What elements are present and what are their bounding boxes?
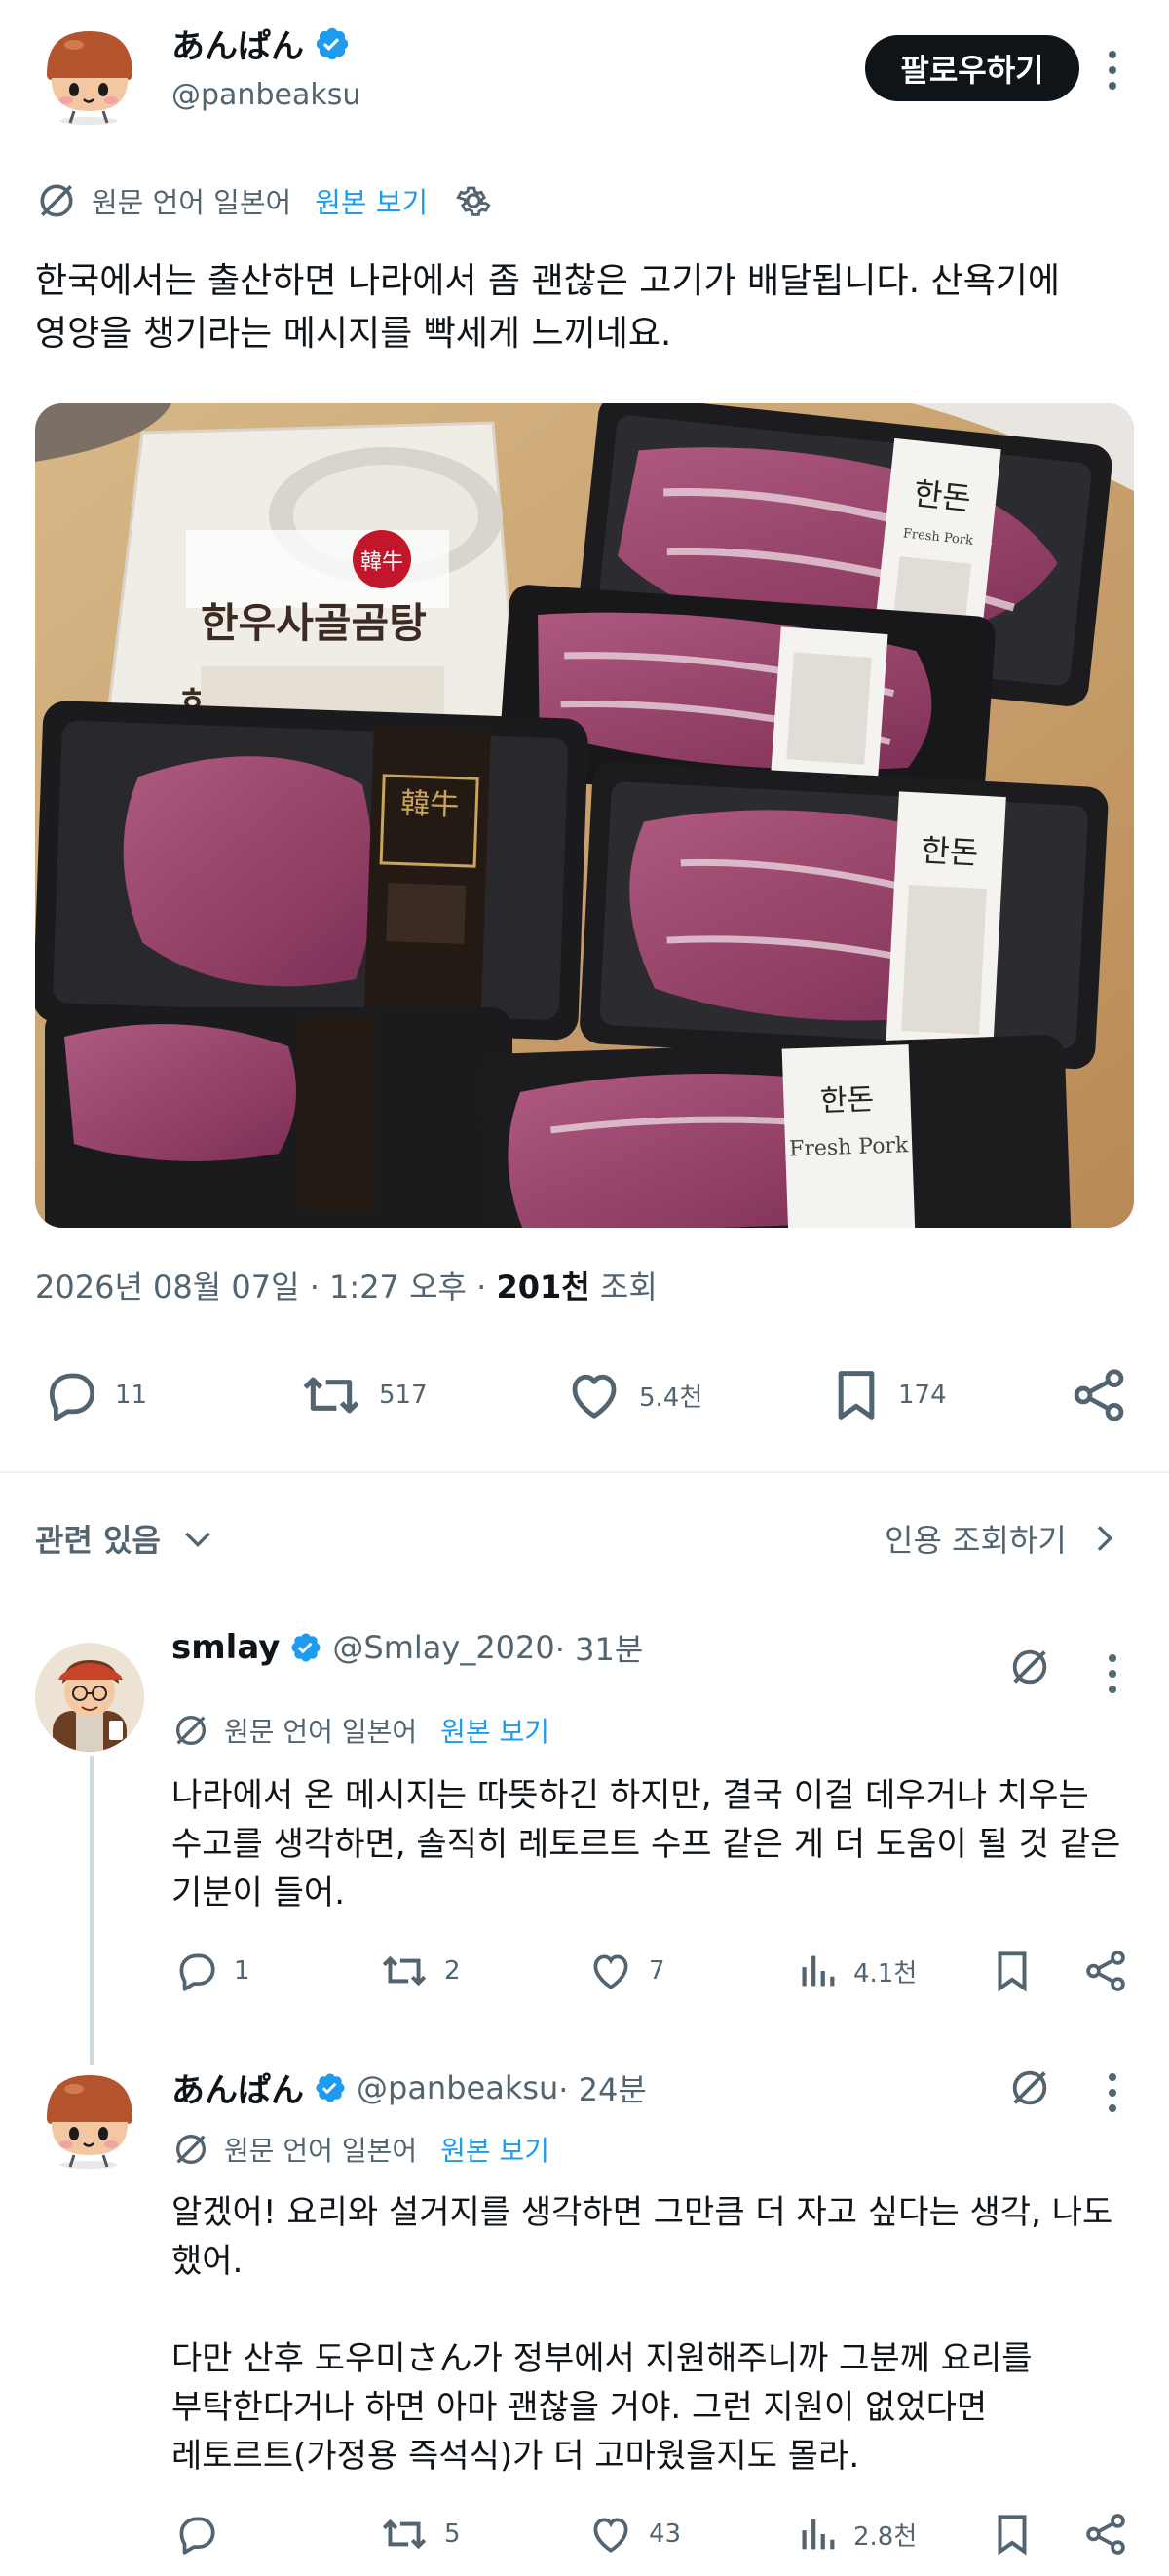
share-icon[interactable] [1081, 1947, 1130, 1995]
reply1-time[interactable]: · 31분 [555, 1625, 644, 1670]
post-timestamp[interactable]: 2026년 08월 07일 · 1:27 오후 · [35, 1269, 496, 1306]
view-quotes-link[interactable]: 인용 조회하기 [885, 1516, 1123, 1561]
related-label: 관련 있음 [35, 1522, 161, 1559]
reply1-handle[interactable]: @Smlay_2020 [332, 1629, 554, 1666]
reply1-reply-button[interactable]: 1 [171, 1947, 250, 1995]
share-button[interactable] [1068, 1364, 1130, 1426]
reply-icon [171, 1947, 220, 1995]
repost-button[interactable]: 517 [297, 1364, 428, 1426]
reply1-like-count: 7 [649, 1956, 665, 1986]
reply1-text: 나라에서 온 메시지는 따뜻하긴 하지만, 결국 이걸 데우거나 치우는 수고를… [171, 1776, 1121, 1913]
thread-line [90, 1756, 94, 2065]
repost-count: 517 [379, 1381, 428, 1410]
related-dropdown[interactable]: 관련 있음 [35, 1516, 217, 1561]
chevron-down-icon [178, 1519, 217, 1558]
reply1-like-button[interactable]: 7 [586, 1947, 665, 1995]
bookmark-icon[interactable] [990, 1947, 1035, 1995]
brand-label-3: 한돈 [819, 1082, 874, 1118]
heart-icon [563, 1364, 625, 1426]
translation-label: 원문 언어 일본어 [92, 186, 292, 219]
reply-button[interactable]: 11 [39, 1364, 147, 1426]
views-icon [795, 1947, 840, 1995]
gear-icon[interactable] [453, 180, 494, 221]
like-button[interactable]: 5.4천 [563, 1364, 702, 1426]
reply2-like-button[interactable]: 43 [586, 2510, 681, 2558]
reply2-repost-count: 5 [444, 2519, 461, 2549]
reply1-name[interactable]: smlay [171, 1628, 280, 1667]
reply2-handle[interactable]: @panbeaksu [357, 2069, 558, 2106]
reply1-repost-button[interactable]: 2 [378, 1947, 461, 1995]
translate-icon [35, 179, 78, 222]
view-label: 조회 [589, 1269, 658, 1306]
author-name[interactable]: あんぱん [171, 19, 304, 67]
bookmark-icon [828, 1364, 885, 1426]
post-photo[interactable]: 韓牛 한우사골곰탕 한 한돈 Fresh Pork [35, 403, 1134, 1228]
reply2-time[interactable]: · 24분 [558, 2065, 647, 2110]
verified-badge-icon [314, 2071, 347, 2104]
reply-icon [39, 1364, 101, 1426]
translate-icon [171, 2130, 210, 2169]
like-count: 5.4천 [639, 1383, 703, 1413]
grok-icon[interactable] [1007, 2065, 1052, 2110]
reply2-views-button[interactable]: 2.8천 [795, 2510, 917, 2558]
brand-label-2: 한돈 [920, 832, 979, 872]
reply-count: 11 [115, 1381, 148, 1410]
reply1-repost-count: 2 [444, 1956, 461, 1986]
bookmark-icon[interactable] [990, 2510, 1035, 2558]
view-quotes-label: 인용 조회하기 [885, 1522, 1067, 1559]
soup-title-label: 한우사골곰탕 [201, 599, 427, 647]
reply2-translation-label: 원문 언어 일본어 [224, 2135, 418, 2167]
translate-icon [171, 1711, 210, 1750]
divider [0, 1471, 1169, 1473]
share-icon[interactable] [1081, 2510, 1130, 2558]
post-text: 한국에서는 출산하면 나라에서 좀 괜찮은 고기가 배달됩니다. 산욕기에 영양… [35, 261, 1061, 354]
reply2-text: 알겠어! 요리와 설거지를 생각하면 그만큼 더 자고 싶다는 생각, 나도 했… [171, 2193, 1113, 2476]
chevron-right-icon [1084, 1519, 1123, 1558]
reply2-reply-button[interactable] [171, 2510, 220, 2558]
reply2-show-original[interactable]: 원본 보기 [440, 2130, 549, 2169]
share-icon [1068, 1364, 1130, 1426]
post-meta: 2026년 08월 07일 · 1:27 오후 · 201천 조회 [35, 1263, 658, 1307]
author-avatar[interactable] [35, 19, 142, 127]
reply1-views-button[interactable]: 4.1천 [795, 1947, 917, 1995]
verified-badge-icon [314, 25, 351, 62]
heart-icon [586, 1947, 635, 1995]
beef-band-label: 韓牛 [400, 787, 460, 823]
bookmark-button[interactable]: 174 [828, 1364, 947, 1426]
brand-label-1: 한돈 [912, 474, 973, 517]
reply2-repost-button[interactable]: 5 [378, 2510, 461, 2558]
heart-icon [586, 2510, 635, 2558]
repost-icon [378, 1947, 431, 1995]
verified-badge-icon [289, 1631, 322, 1664]
repost-icon [378, 2510, 431, 2558]
author-handle[interactable]: @panbeaksu [171, 78, 360, 112]
view-count: 201천 [496, 1269, 590, 1306]
reply-avatar[interactable] [35, 1643, 144, 1752]
reply2-name[interactable]: あんぱん [171, 2064, 304, 2111]
bookmark-count: 174 [898, 1381, 947, 1410]
more-options-icon[interactable] [1109, 51, 1118, 97]
reply2-like-count: 43 [649, 2519, 682, 2549]
follow-button[interactable]: 팔로우하기 [865, 35, 1079, 101]
soup-badge-label: 韓牛 [360, 550, 403, 575]
brand-en-label-3: Fresh Pork [789, 1133, 910, 1161]
reply2-avatar[interactable] [35, 2064, 142, 2171]
reply2-view-count: 2.8천 [853, 2521, 918, 2552]
views-icon [795, 2510, 840, 2558]
show-original-link[interactable]: 원본 보기 [315, 180, 428, 221]
grok-icon[interactable] [1007, 1645, 1052, 1689]
reply1-show-original[interactable]: 원본 보기 [440, 1711, 549, 1750]
reply1-translation-label: 원문 언어 일본어 [224, 1716, 418, 1748]
repost-icon [297, 1364, 365, 1426]
reply-icon [171, 2510, 220, 2558]
reply1-more-icon[interactable] [1109, 1654, 1118, 1701]
reply2-more-icon[interactable] [1109, 2073, 1118, 2120]
reply1-view-count: 4.1천 [853, 1958, 918, 1989]
reply1-reply-count: 1 [234, 1956, 250, 1986]
